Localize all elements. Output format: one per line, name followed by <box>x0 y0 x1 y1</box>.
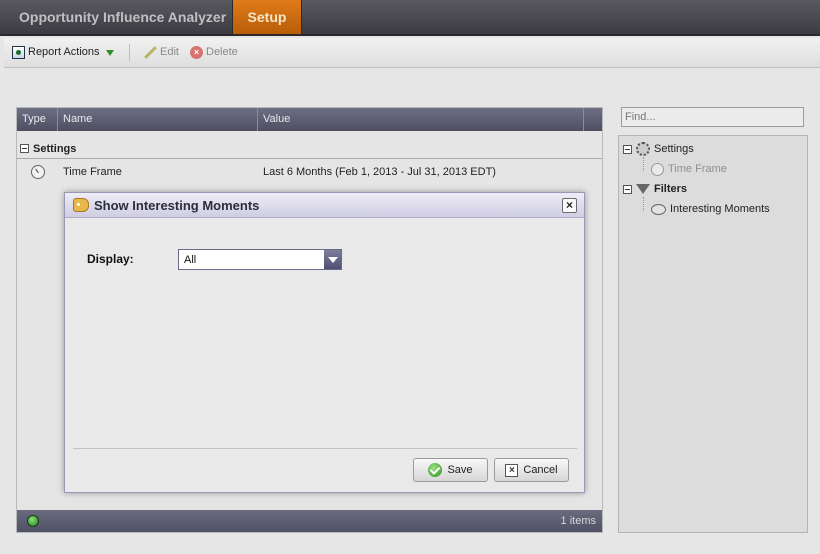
tree-node-time-frame[interactable]: Time Frame <box>651 161 727 177</box>
show-interesting-moments-dialog: Show Interesting Moments × Display: All … <box>64 192 585 493</box>
display-select-value: All <box>184 254 197 266</box>
grid-header: Type Name Value <box>17 108 602 131</box>
check-icon <box>428 463 443 477</box>
report-actions-label: Report Actions <box>28 46 100 58</box>
toolbar: Report Actions Edit × Delete <box>4 38 820 68</box>
save-button[interactable]: Save <box>413 458 488 482</box>
edit-icon <box>143 46 157 60</box>
collapse-icon[interactable] <box>623 184 632 194</box>
delete-icon: × <box>190 46 203 59</box>
delete-label: Delete <box>206 46 238 58</box>
row-name: Time Frame <box>63 166 122 178</box>
display-label: Display: <box>87 252 134 266</box>
top-header: Opportunity Influence Analyzer Setup <box>0 0 820 36</box>
report-actions-button[interactable]: Report Actions <box>12 44 114 61</box>
tag-icon <box>73 198 89 212</box>
bubble-icon <box>651 203 666 215</box>
dialog-titlebar[interactable]: Show Interesting Moments × <box>65 193 584 218</box>
row-value: Last 6 Months (Feb 1, 2013 - Jul 31, 201… <box>263 166 496 178</box>
report-icon <box>12 46 25 59</box>
dialog-title: Show Interesting Moments <box>94 198 260 213</box>
edit-label: Edit <box>160 46 179 58</box>
collapse-icon[interactable] <box>20 144 29 153</box>
display-select[interactable]: All <box>178 249 342 270</box>
app-title-tab[interactable]: Opportunity Influence Analyzer <box>0 0 247 34</box>
tree-node-interesting-moments[interactable]: Interesting Moments <box>651 201 770 217</box>
clock-icon <box>31 165 45 179</box>
close-icon[interactable]: × <box>562 198 577 213</box>
group-label: Settings <box>33 143 77 155</box>
tree-node-settings[interactable]: Settings <box>623 141 694 157</box>
chevron-down-icon[interactable] <box>324 250 341 269</box>
toolbar-divider <box>129 44 130 61</box>
tab-setup[interactable]: Setup <box>232 0 302 34</box>
tree-panel: Settings Time Frame Filters Interesting … <box>618 135 808 533</box>
edit-button[interactable]: Edit <box>143 44 179 61</box>
tree-node-filters[interactable]: Filters <box>623 181 687 197</box>
column-header-value[interactable]: Value <box>258 108 584 131</box>
tree-connector <box>643 197 644 211</box>
gear-icon <box>636 142 650 156</box>
tree-label-settings: Settings <box>654 143 694 155</box>
clock-icon <box>651 162 664 176</box>
tree-label-filters: Filters <box>654 183 688 195</box>
tree-connector <box>643 157 644 171</box>
table-row[interactable]: Time Frame Last 6 Months (Feb 1, 2013 - … <box>17 161 602 183</box>
tree-label-time-frame: Time Frame <box>668 163 727 175</box>
items-count: 1 items <box>560 515 596 527</box>
group-row-settings[interactable]: Settings <box>17 139 602 159</box>
chevron-down-icon <box>105 49 114 56</box>
status-icon[interactable] <box>27 515 39 527</box>
save-label: Save <box>447 464 473 476</box>
funnel-icon <box>636 184 650 194</box>
tree-label-interesting-moments: Interesting Moments <box>670 203 770 215</box>
cancel-label: Cancel <box>523 464 558 476</box>
cancel-button[interactable]: × Cancel <box>494 458 569 482</box>
collapse-icon[interactable] <box>623 144 632 154</box>
column-header-type[interactable]: Type <box>17 108 58 131</box>
delete-button[interactable]: × Delete <box>190 44 238 61</box>
grid-footer: 1 items <box>17 510 602 532</box>
x-icon: × <box>505 463 519 477</box>
find-input[interactable] <box>621 107 804 127</box>
dialog-divider <box>73 448 577 449</box>
column-header-name[interactable]: Name <box>58 108 258 131</box>
